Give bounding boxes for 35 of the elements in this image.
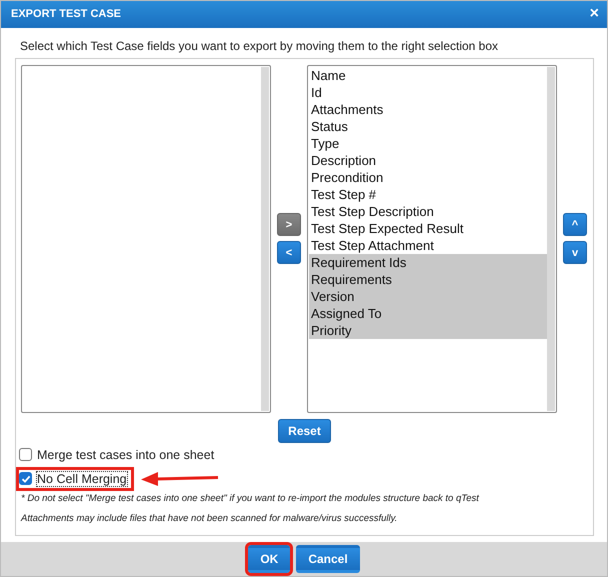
list-item[interactable]: Test Step Expected Result — [309, 220, 549, 237]
list-item[interactable]: Test Step Attachment — [309, 236, 549, 254]
list-item[interactable]: Precondition — [309, 168, 549, 186]
ok-button[interactable]: OK — [248, 544, 290, 573]
list-item[interactable]: Version — [309, 288, 549, 305]
close-button[interactable]: × — [588, 6, 601, 22]
checkbox[interactable] — [19, 472, 32, 486]
scrollbar[interactable] — [547, 66, 555, 411]
list-item[interactable]: Type — [309, 134, 549, 152]
reorder-button[interactable]: ^ — [563, 213, 587, 236]
note-text: * Do not select "Merge test cases into one sheet" if you want to re-import the modules structure back to qTest — [21, 492, 480, 504]
checkbox[interactable] — [19, 448, 32, 462]
list-item[interactable]: Priority — [309, 322, 549, 339]
selected-fields-list[interactable]: Name Id Attachments Status Type Description Precondition Test Step # Test Step Description Test Step Expected Result Test Step Attachment Requirement Ids Requirements Version Assigned To Priority — [307, 64, 557, 413]
reset-button[interactable]: Reset — [278, 418, 331, 443]
cancel-button[interactable]: Cancel — [296, 544, 360, 573]
list-item[interactable]: Test Step # — [309, 186, 549, 203]
reorder-button[interactable]: v — [563, 241, 587, 264]
list-item[interactable]: Id — [309, 84, 549, 101]
move-button[interactable]: < — [277, 241, 301, 264]
list-item[interactable]: Description — [309, 152, 549, 169]
checkbox-label[interactable]: Merge test cases into one sheet — [36, 446, 216, 463]
checkbox-label[interactable]: No Cell Merging — [36, 470, 128, 487]
list-item[interactable]: Assigned To — [309, 304, 549, 322]
instruction-text: Select which Test Case fields you want to export by moving them to the right selection box — [20, 38, 500, 53]
scrollbar[interactable] — [261, 66, 269, 411]
note-text: Attachments may include files that have not been scanned for malware/virus successfully. — [21, 512, 398, 524]
list-item[interactable]: Test Step Description — [309, 202, 549, 220]
available-fields-list[interactable] — [21, 64, 271, 413]
list-item[interactable]: Requirements — [309, 270, 549, 288]
list-item[interactable]: Name — [309, 66, 549, 84]
window-title: EXPORT TEST CASE — [11, 8, 122, 20]
list-item[interactable]: Attachments — [309, 100, 549, 118]
list-item[interactable]: Status — [309, 118, 549, 135]
list-item[interactable]: Requirement Ids — [309, 254, 549, 271]
